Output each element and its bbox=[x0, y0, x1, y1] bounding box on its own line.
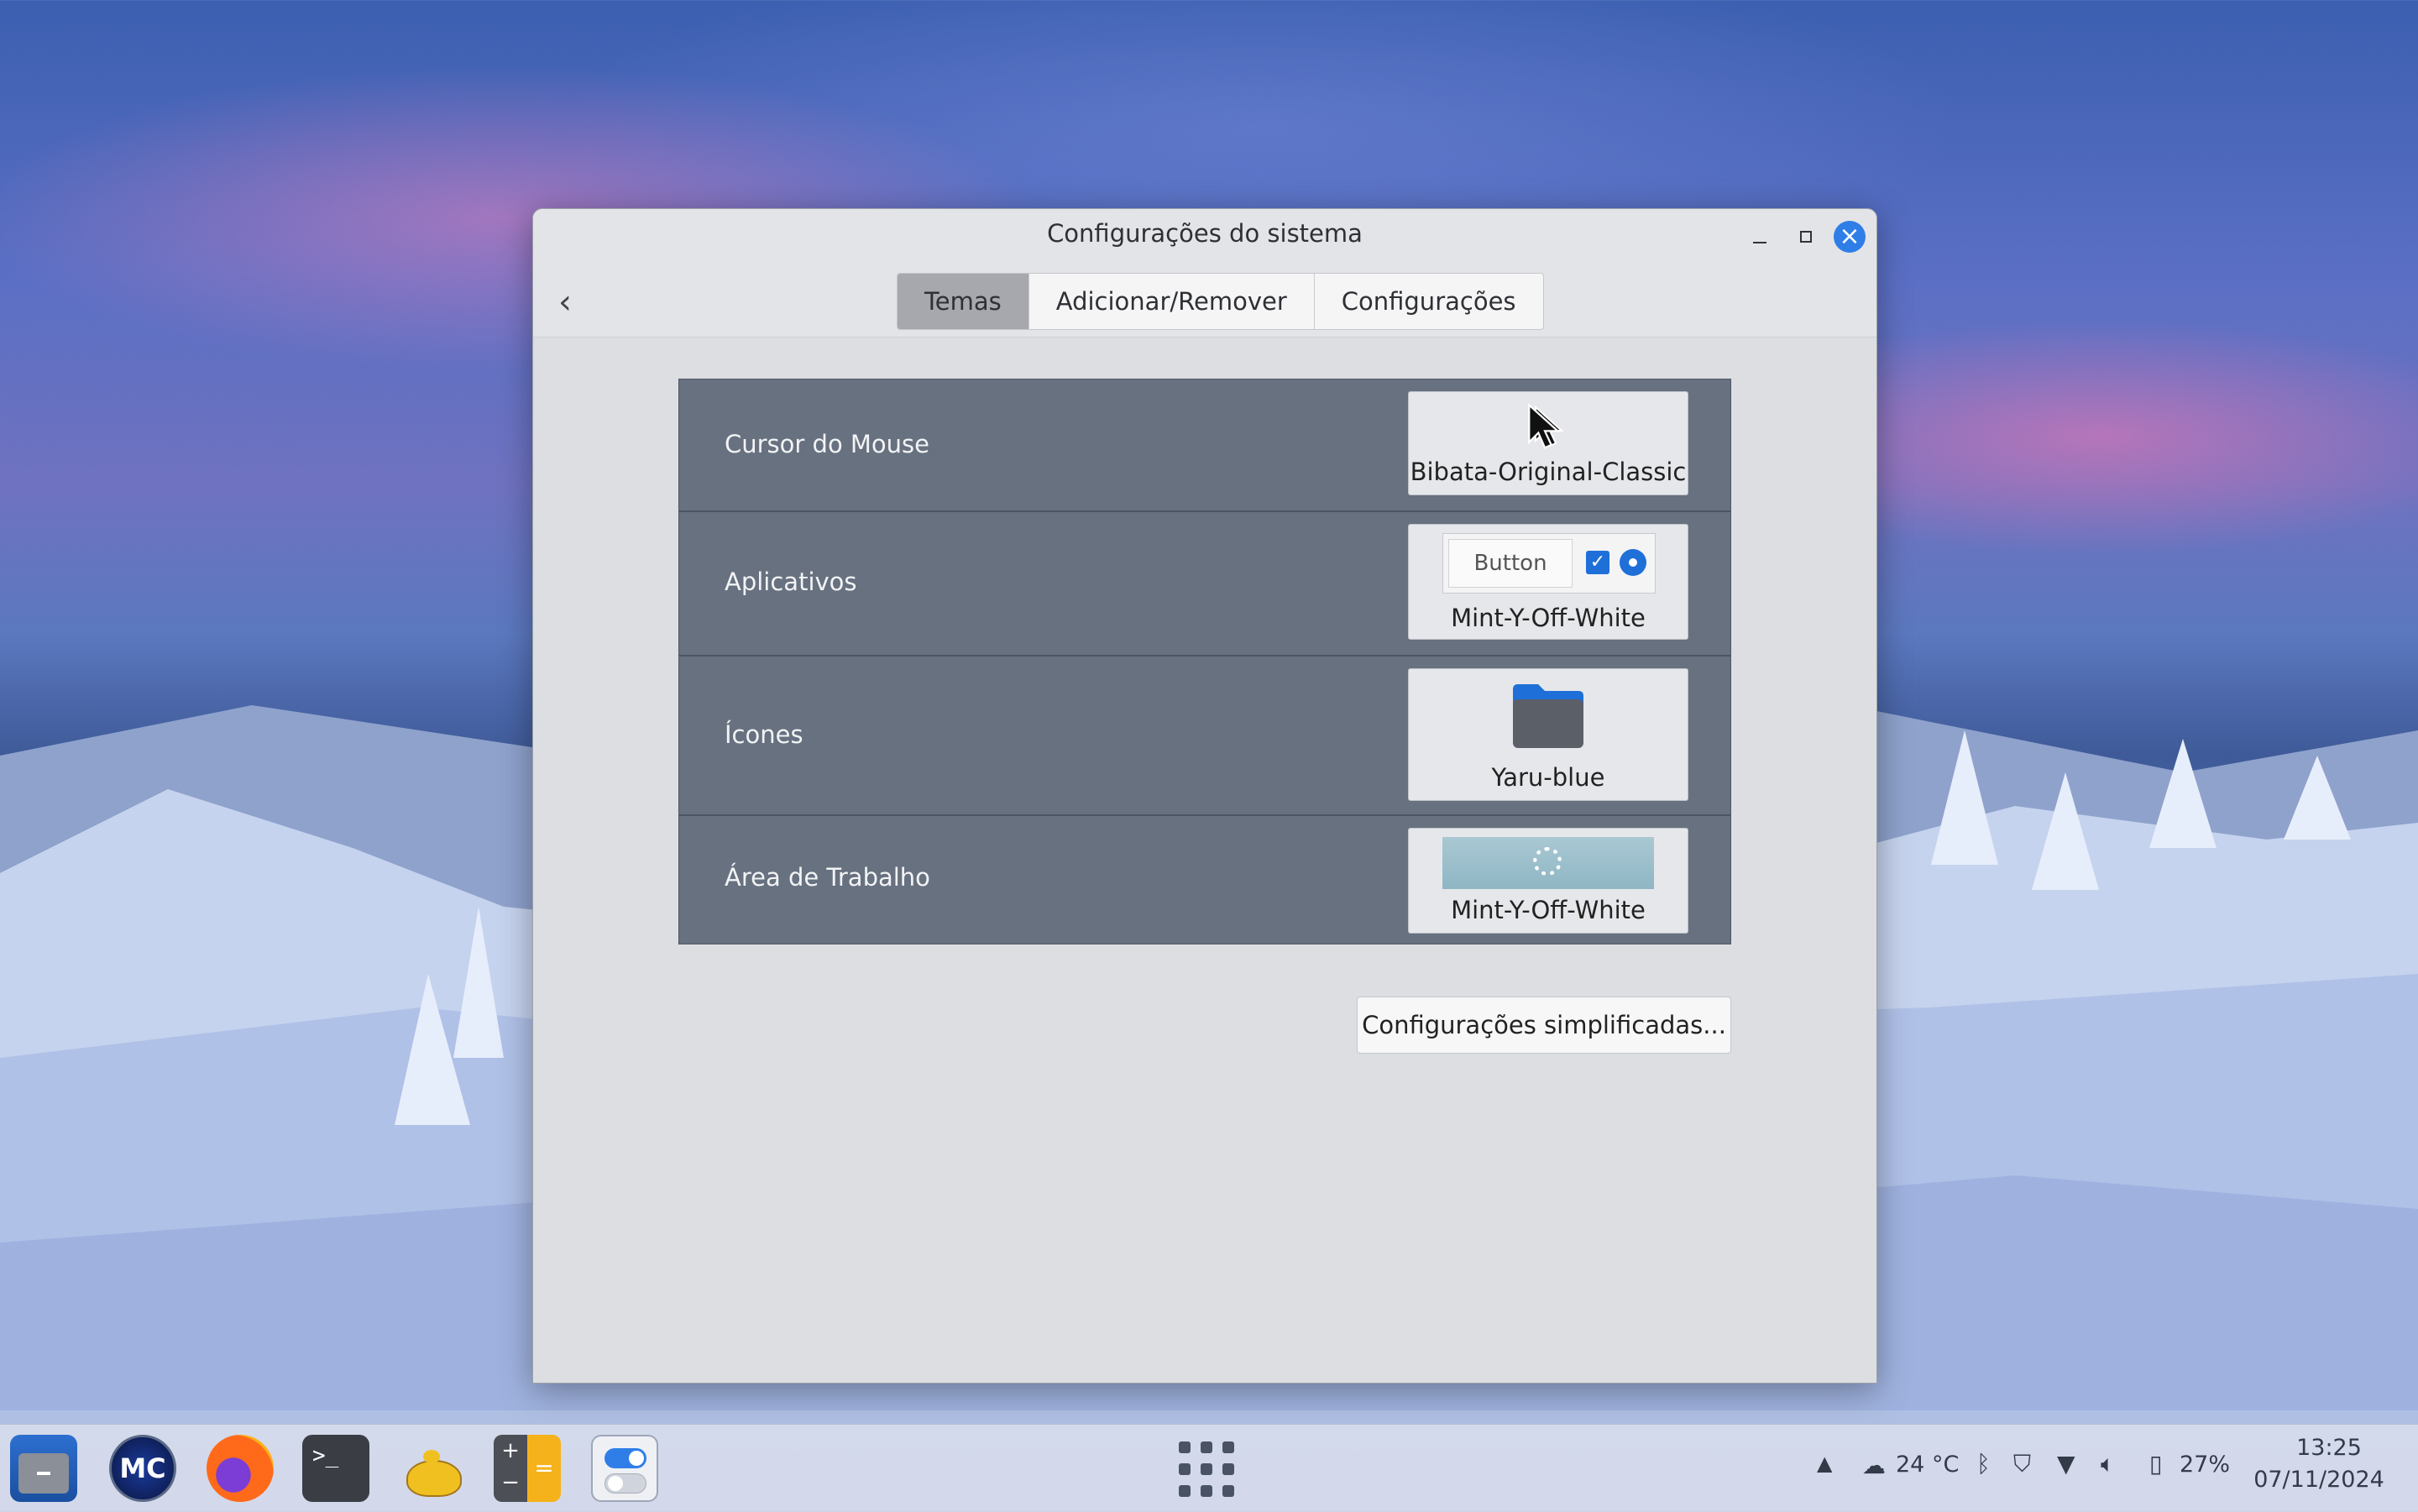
bluetooth-icon[interactable]: ᛒ bbox=[1976, 1450, 1991, 1478]
files-icon[interactable] bbox=[10, 1435, 77, 1502]
close-button[interactable]: × bbox=[1834, 221, 1866, 253]
apps-preview: Button ✓ bbox=[1442, 533, 1656, 594]
maximize-button[interactable] bbox=[1790, 221, 1822, 253]
chevron-left-icon: ‹ bbox=[558, 283, 572, 322]
genie-lamp-icon[interactable] bbox=[398, 1435, 465, 1502]
row-label-desktop: Área de Trabalho bbox=[725, 863, 930, 892]
calculator-equals-icon: = bbox=[527, 1435, 561, 1502]
cursor-theme-name: Bibata-Original-Classic bbox=[1410, 458, 1687, 486]
tray-expand-icon[interactable]: ▲ bbox=[1817, 1452, 1832, 1475]
volume-icon[interactable]: 🔈︎ bbox=[2101, 1450, 2115, 1478]
tab-temas[interactable]: Temas bbox=[898, 274, 1029, 329]
settings-toggle-icon[interactable] bbox=[591, 1435, 658, 1502]
mouse-pointer-icon bbox=[1528, 403, 1561, 449]
row-apps: Aplicativos Button ✓ Mint-Y-Off-White bbox=[679, 512, 1730, 657]
row-desktop: Área de Trabalho Mint-Y-Off-White bbox=[679, 816, 1730, 944]
clock-date[interactable]: 07/11/2024 bbox=[2250, 1467, 2388, 1493]
simplified-settings-button[interactable]: Configurações simplificadas... bbox=[1357, 997, 1731, 1054]
themes-panel: Cursor do Mouse Bibata-Original-Classic … bbox=[678, 379, 1731, 944]
checkbox-icon: ✓ bbox=[1586, 551, 1609, 574]
minimize-button[interactable] bbox=[1744, 221, 1776, 253]
settings-window: Configurações do sistema × ‹ Temas Adici… bbox=[532, 208, 1877, 1384]
tab-adicionar-remover[interactable]: Adicionar/Remover bbox=[1029, 274, 1315, 329]
weather-temperature[interactable]: 24 °C bbox=[1896, 1452, 1959, 1478]
battery-percentage: 27% bbox=[2180, 1452, 2231, 1478]
close-icon: × bbox=[1839, 222, 1861, 251]
terminal-icon[interactable]: >_ bbox=[302, 1435, 369, 1502]
weather-icon: ☁ bbox=[1862, 1452, 1886, 1479]
preview-button: Button bbox=[1448, 539, 1573, 588]
folder-icon bbox=[1513, 684, 1583, 748]
apps-theme-name: Mint-Y-Off-White bbox=[1451, 604, 1646, 632]
icons-theme-tile[interactable]: Yaru-blue bbox=[1408, 668, 1688, 801]
wifi-icon[interactable]: ▼ bbox=[2057, 1450, 2075, 1478]
row-label-apps: Aplicativos bbox=[725, 568, 857, 596]
icons-theme-name: Yaru-blue bbox=[1491, 763, 1605, 792]
row-label-icons: Ícones bbox=[725, 720, 803, 749]
tab-configuracoes[interactable]: Configurações bbox=[1315, 274, 1543, 329]
tab-bar: Temas Adicionar/Remover Configurações bbox=[897, 273, 1544, 330]
row-label-cursor: Cursor do Mouse bbox=[725, 430, 930, 458]
mc-icon[interactable]: MC bbox=[109, 1435, 176, 1502]
desktop-preview bbox=[1442, 837, 1654, 889]
taskbar: MC >_ + − = ▲ ☁ 24 °C ᛒ ⛉ ▼ 🔈︎ ▯ 27% 13:2… bbox=[0, 1424, 2418, 1512]
app-grid-icon[interactable] bbox=[1179, 1441, 1234, 1497]
window-titlebar: Configurações do sistema × ‹ Temas Adici… bbox=[533, 209, 1876, 337]
apps-theme-tile[interactable]: Button ✓ Mint-Y-Off-White bbox=[1408, 524, 1688, 640]
row-icons: Ícones Yaru-blue bbox=[679, 657, 1730, 816]
radio-icon bbox=[1620, 549, 1646, 576]
shield-icon[interactable]: ⛉ bbox=[2013, 1450, 2031, 1478]
window-title: Configurações do sistema bbox=[1047, 219, 1363, 248]
firefox-icon[interactable] bbox=[207, 1435, 274, 1502]
battery-icon[interactable]: ▯ bbox=[2149, 1450, 2162, 1478]
ubuntu-logo-icon bbox=[1533, 847, 1562, 876]
desktop-theme-name: Mint-Y-Off-White bbox=[1451, 896, 1646, 924]
desktop-theme-tile[interactable]: Mint-Y-Off-White bbox=[1408, 828, 1688, 934]
back-button[interactable]: ‹ bbox=[558, 283, 572, 322]
clock-time[interactable]: 13:25 bbox=[2270, 1435, 2388, 1461]
row-cursor: Cursor do Mouse Bibata-Original-Classic bbox=[679, 379, 1730, 512]
calculator-icon[interactable]: + − bbox=[494, 1435, 527, 1502]
